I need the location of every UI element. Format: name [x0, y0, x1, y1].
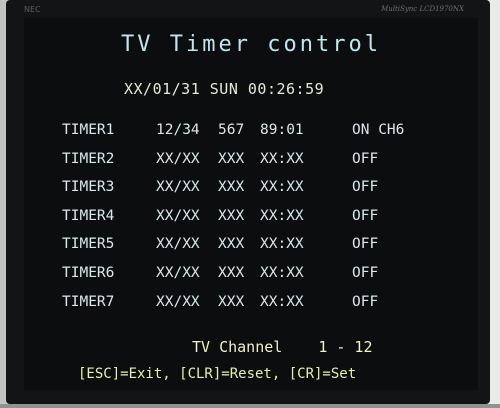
timer-row-4[interactable]: TIMER4 XX/XX XXX XX:XX OFF [62, 208, 442, 237]
channel-label: TV Channel [192, 338, 283, 356]
timer-row-2[interactable]: TIMER2 XX/XX XXX XX:XX OFF [62, 151, 442, 180]
timer-name: TIMER5 [62, 236, 115, 253]
current-datetime: XX/01/31 SUN 00:26:59 [124, 80, 325, 98]
timer-number: 567 [218, 122, 245, 138]
timer-date: XX/XX [156, 207, 200, 224]
timer-number: XXX [218, 179, 245, 196]
timer-date: XX/XX [156, 179, 200, 196]
monitor-photo: NEC MultiSync LCD1970NX TV Timer control… [0, 0, 500, 408]
timer-name: TIMER7 [62, 293, 115, 310]
timer-state: OFF [352, 264, 379, 281]
timer-name: TIMER4 [62, 207, 115, 224]
timer-number: XXX [218, 293, 245, 310]
timer-date: XX/XX [156, 236, 200, 253]
timer-state: ON CH6 [352, 122, 405, 138]
timer-date: XX/XX [156, 150, 200, 167]
tv-timer-screen: TV Timer control XX/01/31 SUN 00:26:59 T… [24, 18, 478, 390]
tv-channel-info: TV Channel 1 - 12 [192, 338, 373, 356]
timer-date: XX/XX [156, 264, 200, 281]
timer-time: 89:01 [260, 122, 304, 138]
monitor-bezel: NEC MultiSync LCD1970NX TV Timer control… [6, 0, 490, 404]
timer-time: XX:XX [260, 293, 304, 310]
timer-name: TIMER6 [62, 264, 115, 281]
timer-date: XX/XX [156, 293, 200, 310]
brand-logo: NEC [24, 5, 41, 14]
timer-row-1[interactable]: TIMER1 12/34 567 89:01 ON CH6 [62, 122, 442, 151]
timer-number: XXX [218, 150, 245, 167]
timer-time: XX:XX [260, 207, 304, 224]
timer-state: OFF [352, 236, 379, 253]
timer-row-3[interactable]: TIMER3 XX/XX XXX XX:XX OFF [62, 179, 442, 208]
timer-number: XXX [218, 264, 245, 281]
timer-state: OFF [352, 207, 379, 224]
timer-time: XX:XX [260, 236, 304, 253]
timer-time: XX:XX [260, 150, 304, 167]
model-label: MultiSync LCD1970NX [381, 5, 464, 13]
timer-number: XXX [218, 236, 245, 253]
timer-state: OFF [352, 179, 379, 196]
timer-time: XX:XX [260, 179, 304, 196]
timer-number: XXX [218, 207, 245, 224]
timer-list: TIMER1 12/34 567 89:01 ON CH6 TIMER2 XX/… [62, 122, 442, 322]
timer-name: TIMER2 [62, 150, 115, 167]
key-help-bar: [ESC]=Exit, [CLR]=Reset, [CR]=Set [78, 366, 357, 382]
timer-date: 12/34 [156, 122, 200, 138]
timer-time: XX:XX [260, 264, 304, 281]
timer-name: TIMER1 [62, 122, 115, 138]
timer-row-5[interactable]: TIMER5 XX/XX XXX XX:XX OFF [62, 236, 442, 265]
timer-name: TIMER3 [62, 179, 115, 196]
monitor-stand [0, 404, 500, 408]
timer-state: OFF [352, 150, 379, 167]
timer-row-7[interactable]: TIMER7 XX/XX XXX XX:XX OFF [62, 294, 442, 323]
screen-title: TV Timer control [121, 32, 381, 57]
channel-range: 1 - 12 [318, 338, 373, 356]
timer-row-6[interactable]: TIMER6 XX/XX XXX XX:XX OFF [62, 265, 442, 294]
timer-state: OFF [352, 293, 379, 310]
